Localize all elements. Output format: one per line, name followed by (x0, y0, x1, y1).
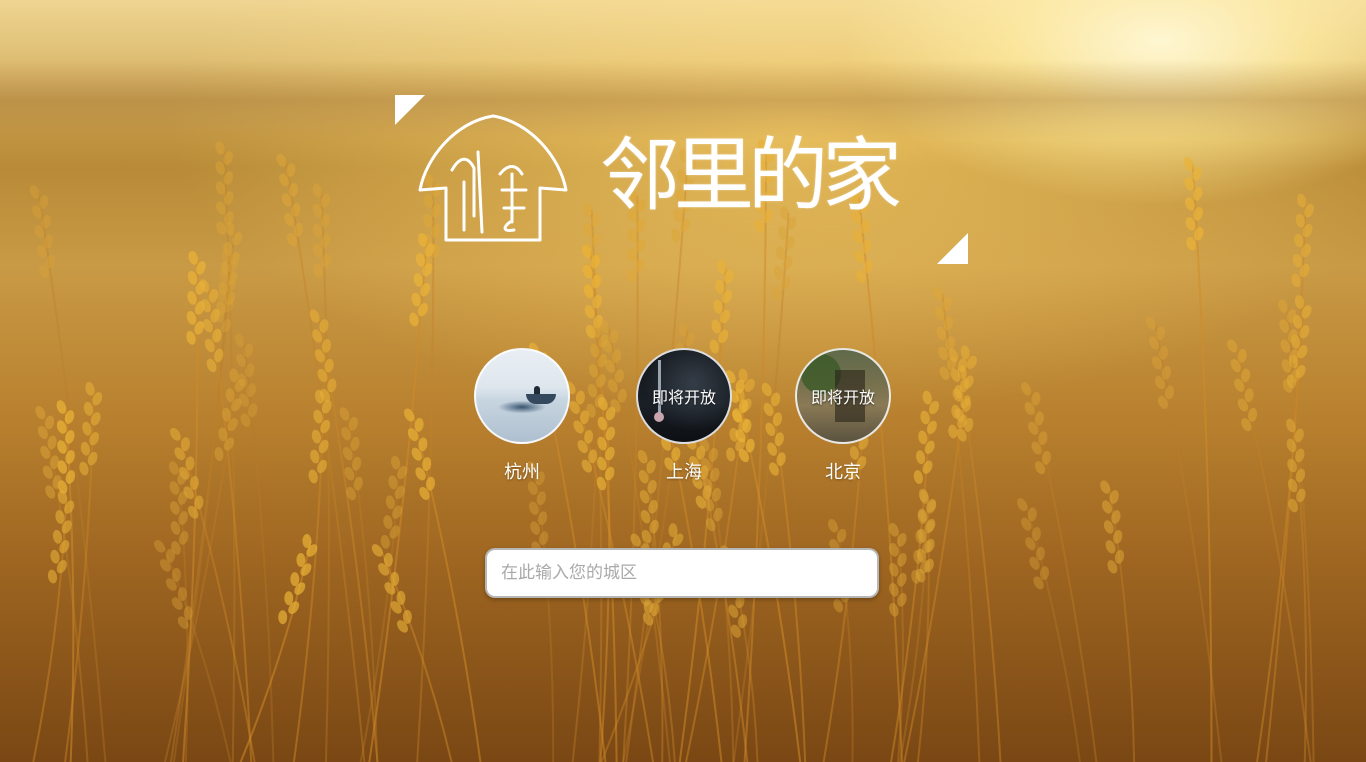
city-shanghai[interactable]: 即将开放 上海 (636, 348, 732, 484)
city-thumbnail-beijing[interactable]: 即将开放 (795, 348, 891, 444)
city-overlay-beijing: 即将开放 (810, 388, 875, 407)
district-search-input[interactable] (487, 550, 877, 596)
house-logo-icon (418, 114, 568, 242)
city-beijing[interactable]: 即将开放 北京 (795, 348, 891, 484)
city-thumbnail-hangzhou[interactable] (474, 348, 570, 444)
city-label-shanghai: 上海 (666, 462, 702, 483)
brand-title: 邻里的家 (600, 129, 902, 222)
district-search-box[interactable] (485, 548, 879, 598)
city-label-hangzhou: 杭州 (504, 462, 540, 483)
tower-ball-image (654, 412, 664, 422)
city-hangzhou[interactable]: 杭州 (474, 348, 570, 484)
landing-page: 邻里的家 杭州 即将开放 上海 即将开放 北京 (0, 0, 1366, 762)
logo-corner-bottom-right (937, 233, 968, 264)
city-thumbnail-shanghai[interactable]: 即将开放 (636, 348, 732, 444)
city-overlay-shanghai: 即将开放 (651, 388, 716, 407)
boat-image (526, 394, 556, 404)
city-label-beijing: 北京 (825, 462, 861, 483)
